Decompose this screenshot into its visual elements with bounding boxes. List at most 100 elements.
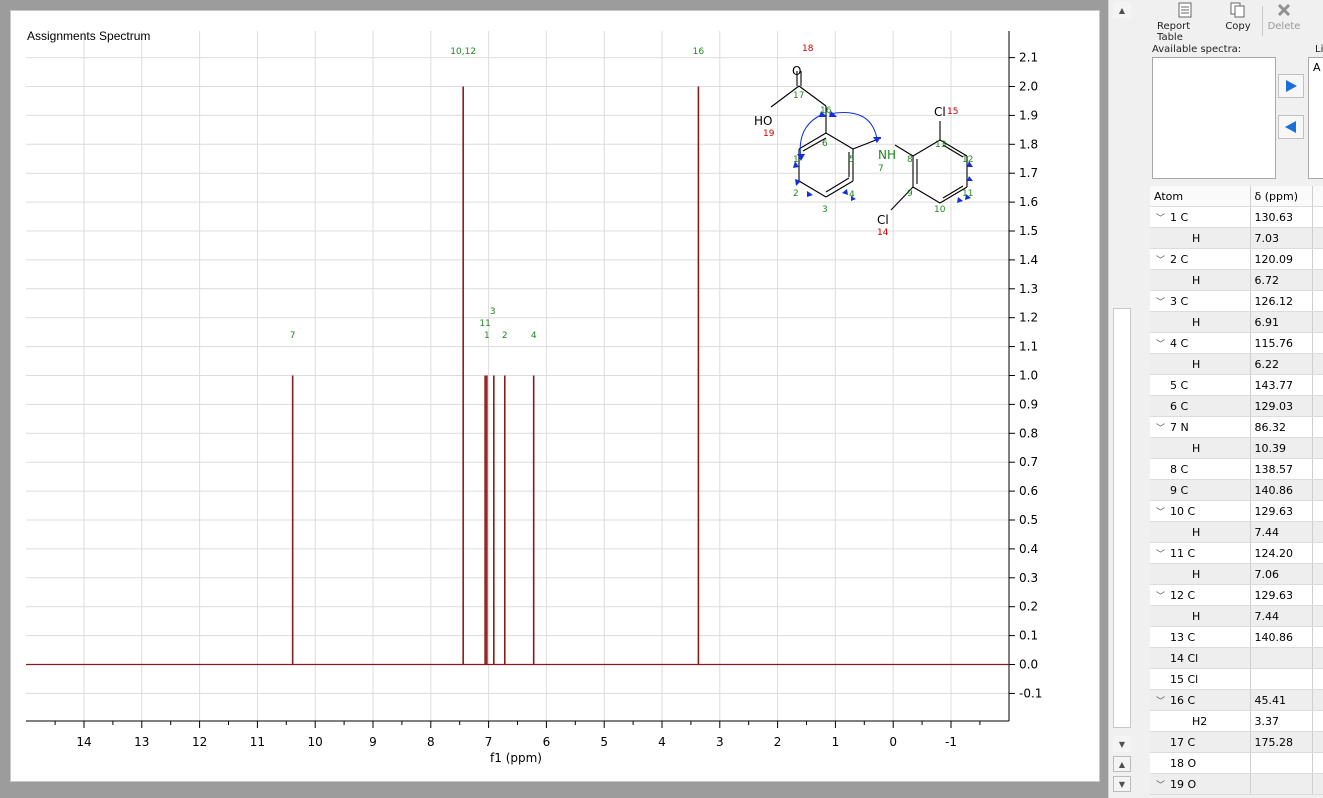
shift-cell[interactable]: 126.12 [1250,290,1313,312]
extra-cell[interactable] [1312,563,1323,585]
extra-cell[interactable] [1312,752,1323,774]
table-row[interactable]: H2 3.37 [1150,710,1323,732]
table-row[interactable]: 13 C 140.86 [1150,626,1323,648]
extra-cell[interactable] [1312,290,1323,312]
shift-cell[interactable]: 129.63 [1250,584,1313,606]
shift-cell[interactable]: 130.63 [1250,206,1313,228]
atom-cell[interactable]: ﹀ 7 N [1150,416,1251,438]
table-row[interactable]: H 6.72 [1150,269,1323,291]
shift-cell[interactable]: 140.86 [1250,479,1313,501]
table-row[interactable]: 8 C 138.57 [1150,458,1323,480]
table-row[interactable]: ﹀ 16 C 45.41 [1150,689,1323,711]
extra-cell[interactable] [1312,458,1323,480]
table-row[interactable]: ﹀ 4 C 115.76 [1150,332,1323,354]
extra-cell[interactable] [1312,710,1323,732]
extra-cell[interactable] [1312,206,1323,228]
extra-cell[interactable] [1312,605,1323,627]
atom-cell[interactable]: H [1150,521,1251,543]
extra-cell[interactable] [1312,521,1323,543]
table-row[interactable]: ﹀ 1 C 130.63 [1150,206,1323,228]
scroll-down-icon[interactable]: ▼ [1113,736,1131,752]
atom-cell[interactable]: H [1150,353,1251,375]
remove-spectrum-button[interactable] [1278,115,1304,139]
available-spectra-list[interactable] [1152,57,1276,179]
extra-cell[interactable] [1312,416,1323,438]
shift-cell[interactable]: 3.37 [1250,710,1313,732]
atom-cell[interactable]: 9 C [1150,479,1251,501]
extra-cell[interactable] [1312,731,1323,753]
extra-cell[interactable] [1312,227,1323,249]
atom-cell[interactable]: 13 C [1150,626,1251,648]
shift-cell[interactable]: 7.06 [1250,563,1313,585]
shift-cell[interactable]: 7.03 [1250,227,1313,249]
extra-cell[interactable] [1312,647,1323,669]
shift-cell[interactable]: 86.32 [1250,416,1313,438]
shift-cell[interactable]: 10.39 [1250,437,1313,459]
table-row[interactable]: ﹀ 2 C 120.09 [1150,248,1323,270]
atom-cell[interactable]: H2 [1150,710,1251,732]
table-row[interactable]: 5 C 143.77 [1150,374,1323,396]
shift-cell[interactable]: 143.77 [1250,374,1313,396]
extra-cell[interactable] [1312,269,1323,291]
atom-cell[interactable]: 5 C [1150,374,1251,396]
extra-cell[interactable] [1312,332,1323,354]
shift-cell[interactable]: 120.09 [1250,248,1313,270]
selected-spectra-item[interactable]: A [1313,61,1321,74]
atom-cell[interactable]: H [1150,605,1251,627]
report-table-button[interactable]: Report Table [1157,2,1213,43]
extra-cell[interactable] [1312,374,1323,396]
shift-cell[interactable]: 6.22 [1250,353,1313,375]
spectrum-plot[interactable]: 14 13 12 11 10 9 8 7 6 5 4 3 2 1 0 -12.12.01.91.81.71.6… [11,11,1099,781]
shift-cell[interactable] [1250,752,1313,774]
table-row[interactable]: 14 Cl [1150,647,1323,669]
atom-cell[interactable]: ﹀ 11 C [1150,542,1251,564]
extra-cell[interactable] [1312,689,1323,711]
atom-cell[interactable]: ﹀ 4 C [1150,332,1251,354]
table-row[interactable]: 15 Cl [1150,668,1323,690]
extra-cell[interactable] [1312,353,1323,375]
atom-cell[interactable]: H [1150,311,1251,333]
table-row[interactable]: 18 O [1150,752,1323,774]
table-row[interactable]: ﹀ 12 C 129.63 [1150,584,1323,606]
extra-cell[interactable] [1312,542,1323,564]
extra-cell[interactable] [1312,626,1323,648]
scroll-page-up-icon[interactable]: ▲ [1113,756,1131,772]
spectrum-panel[interactable]: 14 13 12 11 10 9 8 7 6 5 4 3 2 1 0 -1 2.1 2.0 1.9 1.8 1.7 1.6… [10,10,1100,782]
add-spectrum-button[interactable] [1278,74,1304,98]
atom-cell[interactable]: 14 Cl [1150,647,1251,669]
scroll-up-icon[interactable]: ▲ [1113,2,1131,18]
chevron-down-icon[interactable]: ﹀ [1156,421,1170,434]
vertical-scrollbar[interactable]: ▲ ▼ ▲ ▼ [1108,0,1138,798]
table-row[interactable]: 17 C 175.28 [1150,731,1323,753]
table-row[interactable]: H 7.03 [1150,227,1323,249]
shift-cell[interactable]: 115.76 [1250,332,1313,354]
table-row[interactable]: H 7.44 [1150,521,1323,543]
shift-cell[interactable] [1250,773,1313,795]
extra-cell[interactable] [1312,395,1323,417]
shift-cell[interactable] [1250,668,1313,690]
chevron-down-icon[interactable]: ﹀ [1156,694,1170,707]
chevron-down-icon[interactable]: ﹀ [1156,253,1170,266]
column-header-shift[interactable]: δ (ppm) [1250,186,1313,207]
atom-cell[interactable]: ﹀ 2 C [1150,248,1251,270]
shift-cell[interactable]: 7.44 [1250,605,1313,627]
table-row[interactable]: ﹀ 10 C 129.63 [1150,500,1323,522]
shift-cell[interactable]: 138.57 [1250,458,1313,480]
molecule-structure[interactable]: O HO NH Cl Cl 18 19 17 16 7 15 14 13 12 … [754,44,973,238]
atom-cell[interactable]: 18 O [1150,752,1251,774]
shift-cell[interactable]: 129.63 [1250,500,1313,522]
shift-cell[interactable]: 124.20 [1250,542,1313,564]
table-row[interactable]: H 6.91 [1150,311,1323,333]
atom-cell[interactable]: H [1150,269,1251,291]
delete-button[interactable]: Delete [1267,2,1301,38]
extra-cell[interactable] [1312,479,1323,501]
atom-cell[interactable]: 6 C [1150,395,1251,417]
table-row[interactable]: 9 C 140.86 [1150,479,1323,501]
extra-cell[interactable] [1312,248,1323,270]
column-header-extra[interactable] [1312,186,1323,207]
atom-cell[interactable]: ﹀ 12 C [1150,584,1251,606]
chevron-down-icon[interactable]: ﹀ [1156,295,1170,308]
chevron-down-icon[interactable]: ﹀ [1156,505,1170,518]
table-row[interactable]: H 7.44 [1150,605,1323,627]
atom-cell[interactable]: ﹀ 3 C [1150,290,1251,312]
